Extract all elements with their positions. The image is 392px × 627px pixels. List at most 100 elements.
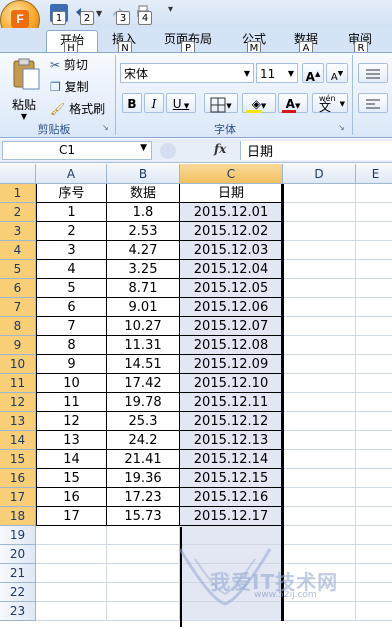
copy-button[interactable]: ❐ 复制 — [50, 77, 110, 97]
table-cell[interactable]: 2015.12.16 — [180, 488, 283, 507]
empty-cell[interactable] — [283, 355, 356, 374]
formula-bar-splitter-icon[interactable] — [160, 143, 176, 159]
cut-button[interactable]: ✂ 剪切 — [50, 55, 110, 75]
table-cell[interactable]: 15 — [36, 469, 107, 488]
table-cell[interactable]: 9.01 — [107, 298, 180, 317]
empty-cell[interactable] — [356, 279, 392, 298]
row-header[interactable]: 18 — [0, 507, 36, 526]
table-cell[interactable]: 2.53 — [107, 222, 180, 241]
table-cell[interactable]: 24.2 — [107, 431, 180, 450]
empty-cell[interactable] — [356, 469, 392, 488]
table-cell[interactable]: 2 — [36, 222, 107, 241]
empty-cell[interactable] — [283, 469, 356, 488]
empty-cell[interactable] — [356, 564, 392, 583]
table-cell[interactable]: 16 — [36, 488, 107, 507]
font-name-combobox[interactable]: 宋体 ▼ — [120, 63, 254, 83]
row-header[interactable]: 6 — [0, 279, 36, 298]
empty-cell[interactable] — [356, 222, 392, 241]
table-cell[interactable]: 2015.12.06 — [180, 298, 283, 317]
empty-cell[interactable] — [283, 279, 356, 298]
table-cell[interactable]: 21.41 — [107, 450, 180, 469]
name-box[interactable]: C1 ▼ — [2, 141, 152, 160]
table-cell[interactable]: 15.73 — [107, 507, 180, 526]
formula-input[interactable]: 日期 — [240, 141, 392, 160]
empty-cell[interactable] — [356, 393, 392, 412]
empty-cell[interactable] — [283, 317, 356, 336]
align-top-button[interactable] — [358, 63, 388, 83]
empty-cell[interactable] — [283, 450, 356, 469]
table-cell[interactable]: 19.36 — [107, 469, 180, 488]
table-cell[interactable]: 1 — [36, 203, 107, 222]
header-cell[interactable]: 数据 — [107, 184, 180, 203]
table-cell[interactable]: 2015.12.13 — [180, 431, 283, 450]
table-cell[interactable]: 2015.12.02 — [180, 222, 283, 241]
empty-cell[interactable] — [283, 203, 356, 222]
table-cell[interactable]: 2015.12.01 — [180, 203, 283, 222]
row-header[interactable]: 21 — [0, 564, 36, 583]
row-header[interactable]: 14 — [0, 431, 36, 450]
table-cell[interactable]: 2015.12.17 — [180, 507, 283, 526]
empty-cell[interactable] — [283, 222, 356, 241]
row-header[interactable]: 12 — [0, 393, 36, 412]
table-cell[interactable]: 25.3 — [107, 412, 180, 431]
table-cell[interactable]: 8 — [36, 336, 107, 355]
row-header[interactable]: 17 — [0, 488, 36, 507]
empty-cell[interactable] — [283, 336, 356, 355]
empty-cell[interactable] — [283, 507, 356, 526]
table-cell[interactable]: 5 — [36, 279, 107, 298]
paste-button[interactable]: 粘贴 ▼ — [4, 57, 44, 121]
empty-cell[interactable] — [283, 602, 356, 621]
row-header[interactable]: 9 — [0, 336, 36, 355]
table-cell[interactable]: 3 — [36, 241, 107, 260]
empty-cell[interactable] — [356, 412, 392, 431]
table-cell[interactable]: 17.42 — [107, 374, 180, 393]
table-cell[interactable]: 2015.12.11 — [180, 393, 283, 412]
empty-cell[interactable] — [283, 545, 356, 564]
column-header-selected[interactable]: C — [180, 164, 283, 184]
empty-cell[interactable] — [36, 545, 107, 564]
row-header[interactable]: 7 — [0, 298, 36, 317]
row-header[interactable]: 4 — [0, 241, 36, 260]
table-cell[interactable]: 17 — [36, 507, 107, 526]
table-cell[interactable]: 2015.12.15 — [180, 469, 283, 488]
shrink-font-button[interactable]: A▼ — [326, 63, 348, 83]
format-painter-button[interactable]: 🖌 格式刷 — [50, 99, 112, 119]
empty-cell[interactable] — [356, 450, 392, 469]
row-header[interactable]: 13 — [0, 412, 36, 431]
table-cell[interactable]: 3.25 — [107, 260, 180, 279]
table-cell[interactable]: 19.78 — [107, 393, 180, 412]
table-cell[interactable]: 2015.12.09 — [180, 355, 283, 374]
table-cell[interactable]: 11 — [36, 393, 107, 412]
table-cell[interactable]: 11.31 — [107, 336, 180, 355]
phonetic-guide-button[interactable]: wén 文 ▼ — [312, 93, 348, 114]
table-cell[interactable]: 2015.12.10 — [180, 374, 283, 393]
empty-cell[interactable] — [283, 412, 356, 431]
italic-button[interactable]: I — [144, 93, 164, 113]
bold-button[interactable]: B — [122, 93, 142, 113]
table-cell[interactable]: 1.8 — [107, 203, 180, 222]
customize-toolbar-icon[interactable]: ▾ — [168, 4, 173, 15]
row-header[interactable]: 11 — [0, 374, 36, 393]
empty-cell[interactable] — [356, 203, 392, 222]
empty-cell[interactable] — [356, 431, 392, 450]
empty-cell[interactable] — [283, 488, 356, 507]
empty-cell[interactable] — [283, 184, 356, 203]
empty-cell[interactable] — [356, 583, 392, 602]
table-cell[interactable]: 2015.12.08 — [180, 336, 283, 355]
table-cell[interactable]: 10.27 — [107, 317, 180, 336]
table-cell[interactable]: 14 — [36, 450, 107, 469]
table-cell[interactable]: 4 — [36, 260, 107, 279]
column-header[interactable]: D — [283, 164, 356, 184]
table-cell[interactable]: 14.51 — [107, 355, 180, 374]
borders-button[interactable]: ▼ — [204, 93, 238, 113]
select-all-corner[interactable] — [0, 164, 36, 184]
table-cell[interactable]: 10 — [36, 374, 107, 393]
row-header[interactable]: 16 — [0, 469, 36, 488]
fill-color-button[interactable]: ◈▼ — [242, 93, 276, 113]
undo-dropdown-icon[interactable]: ▼ — [96, 9, 102, 18]
font-color-button[interactable]: A▼ — [278, 93, 308, 113]
row-header[interactable]: 15 — [0, 450, 36, 469]
row-header[interactable]: 23 — [0, 602, 36, 621]
table-cell[interactable]: 2015.12.04 — [180, 260, 283, 279]
empty-cell[interactable] — [283, 260, 356, 279]
